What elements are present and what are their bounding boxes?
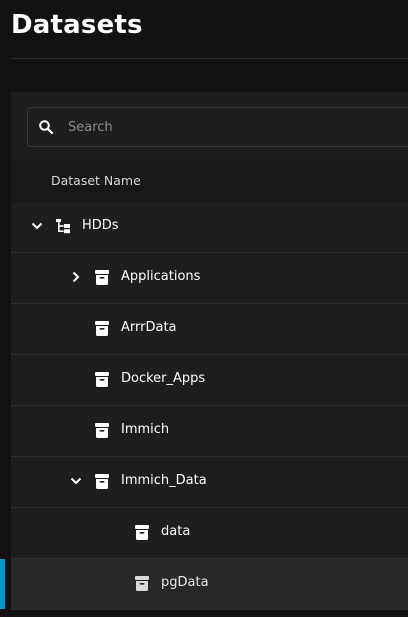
tree-row-label: HDDs: [82, 218, 119, 233]
dataset-icon: [95, 423, 109, 438]
title-divider: [11, 58, 408, 59]
datasets-panel: Dataset Name HDDs: [0, 92, 408, 610]
tree-row-label: pgData: [161, 575, 209, 590]
chevron-down-icon[interactable]: [31, 220, 43, 232]
chevron-down-icon[interactable]: [70, 475, 82, 487]
page-title: Datasets: [11, 10, 143, 40]
tree-row-immich[interactable]: Immich: [11, 406, 408, 457]
pool-tree-icon: [56, 219, 70, 234]
chevron-right-icon[interactable]: [70, 271, 82, 283]
tree-row-label: Immich: [121, 422, 170, 437]
dataset-icon: [95, 321, 109, 336]
dataset-icon: [95, 372, 109, 387]
dataset-icon: [135, 525, 149, 540]
column-header-dataset-name[interactable]: Dataset Name: [51, 173, 141, 188]
tree-row-pgdata[interactable]: pgData: [0, 559, 408, 610]
tree-row-label: Immich_Data: [121, 473, 207, 488]
tree-row-label: Applications: [121, 269, 201, 284]
tree-row-docker-apps[interactable]: Docker_Apps: [11, 355, 408, 406]
tree-row-data[interactable]: data: [11, 508, 408, 559]
dataset-icon: [95, 270, 109, 285]
search-icon: [39, 120, 54, 135]
tree-row-applications[interactable]: Applications: [11, 253, 408, 304]
dataset-icon: [135, 576, 149, 591]
table-header: Dataset Name: [11, 160, 408, 203]
dataset-icon: [95, 474, 109, 489]
tree-row-label: data: [161, 524, 191, 539]
tree-row-hdds[interactable]: HDDs: [11, 202, 408, 253]
tree-row-label: ArrrData: [121, 320, 177, 335]
search-box[interactable]: [27, 107, 408, 147]
search-input[interactable]: [66, 108, 408, 146]
tree-row-arrrdata[interactable]: ArrrData: [11, 304, 408, 355]
tree-row-immich-data[interactable]: Immich_Data: [11, 457, 408, 508]
dataset-tree: HDDs Applications ArrrData Docker_Apps I…: [0, 202, 408, 610]
tree-row-label: Docker_Apps: [121, 371, 206, 386]
